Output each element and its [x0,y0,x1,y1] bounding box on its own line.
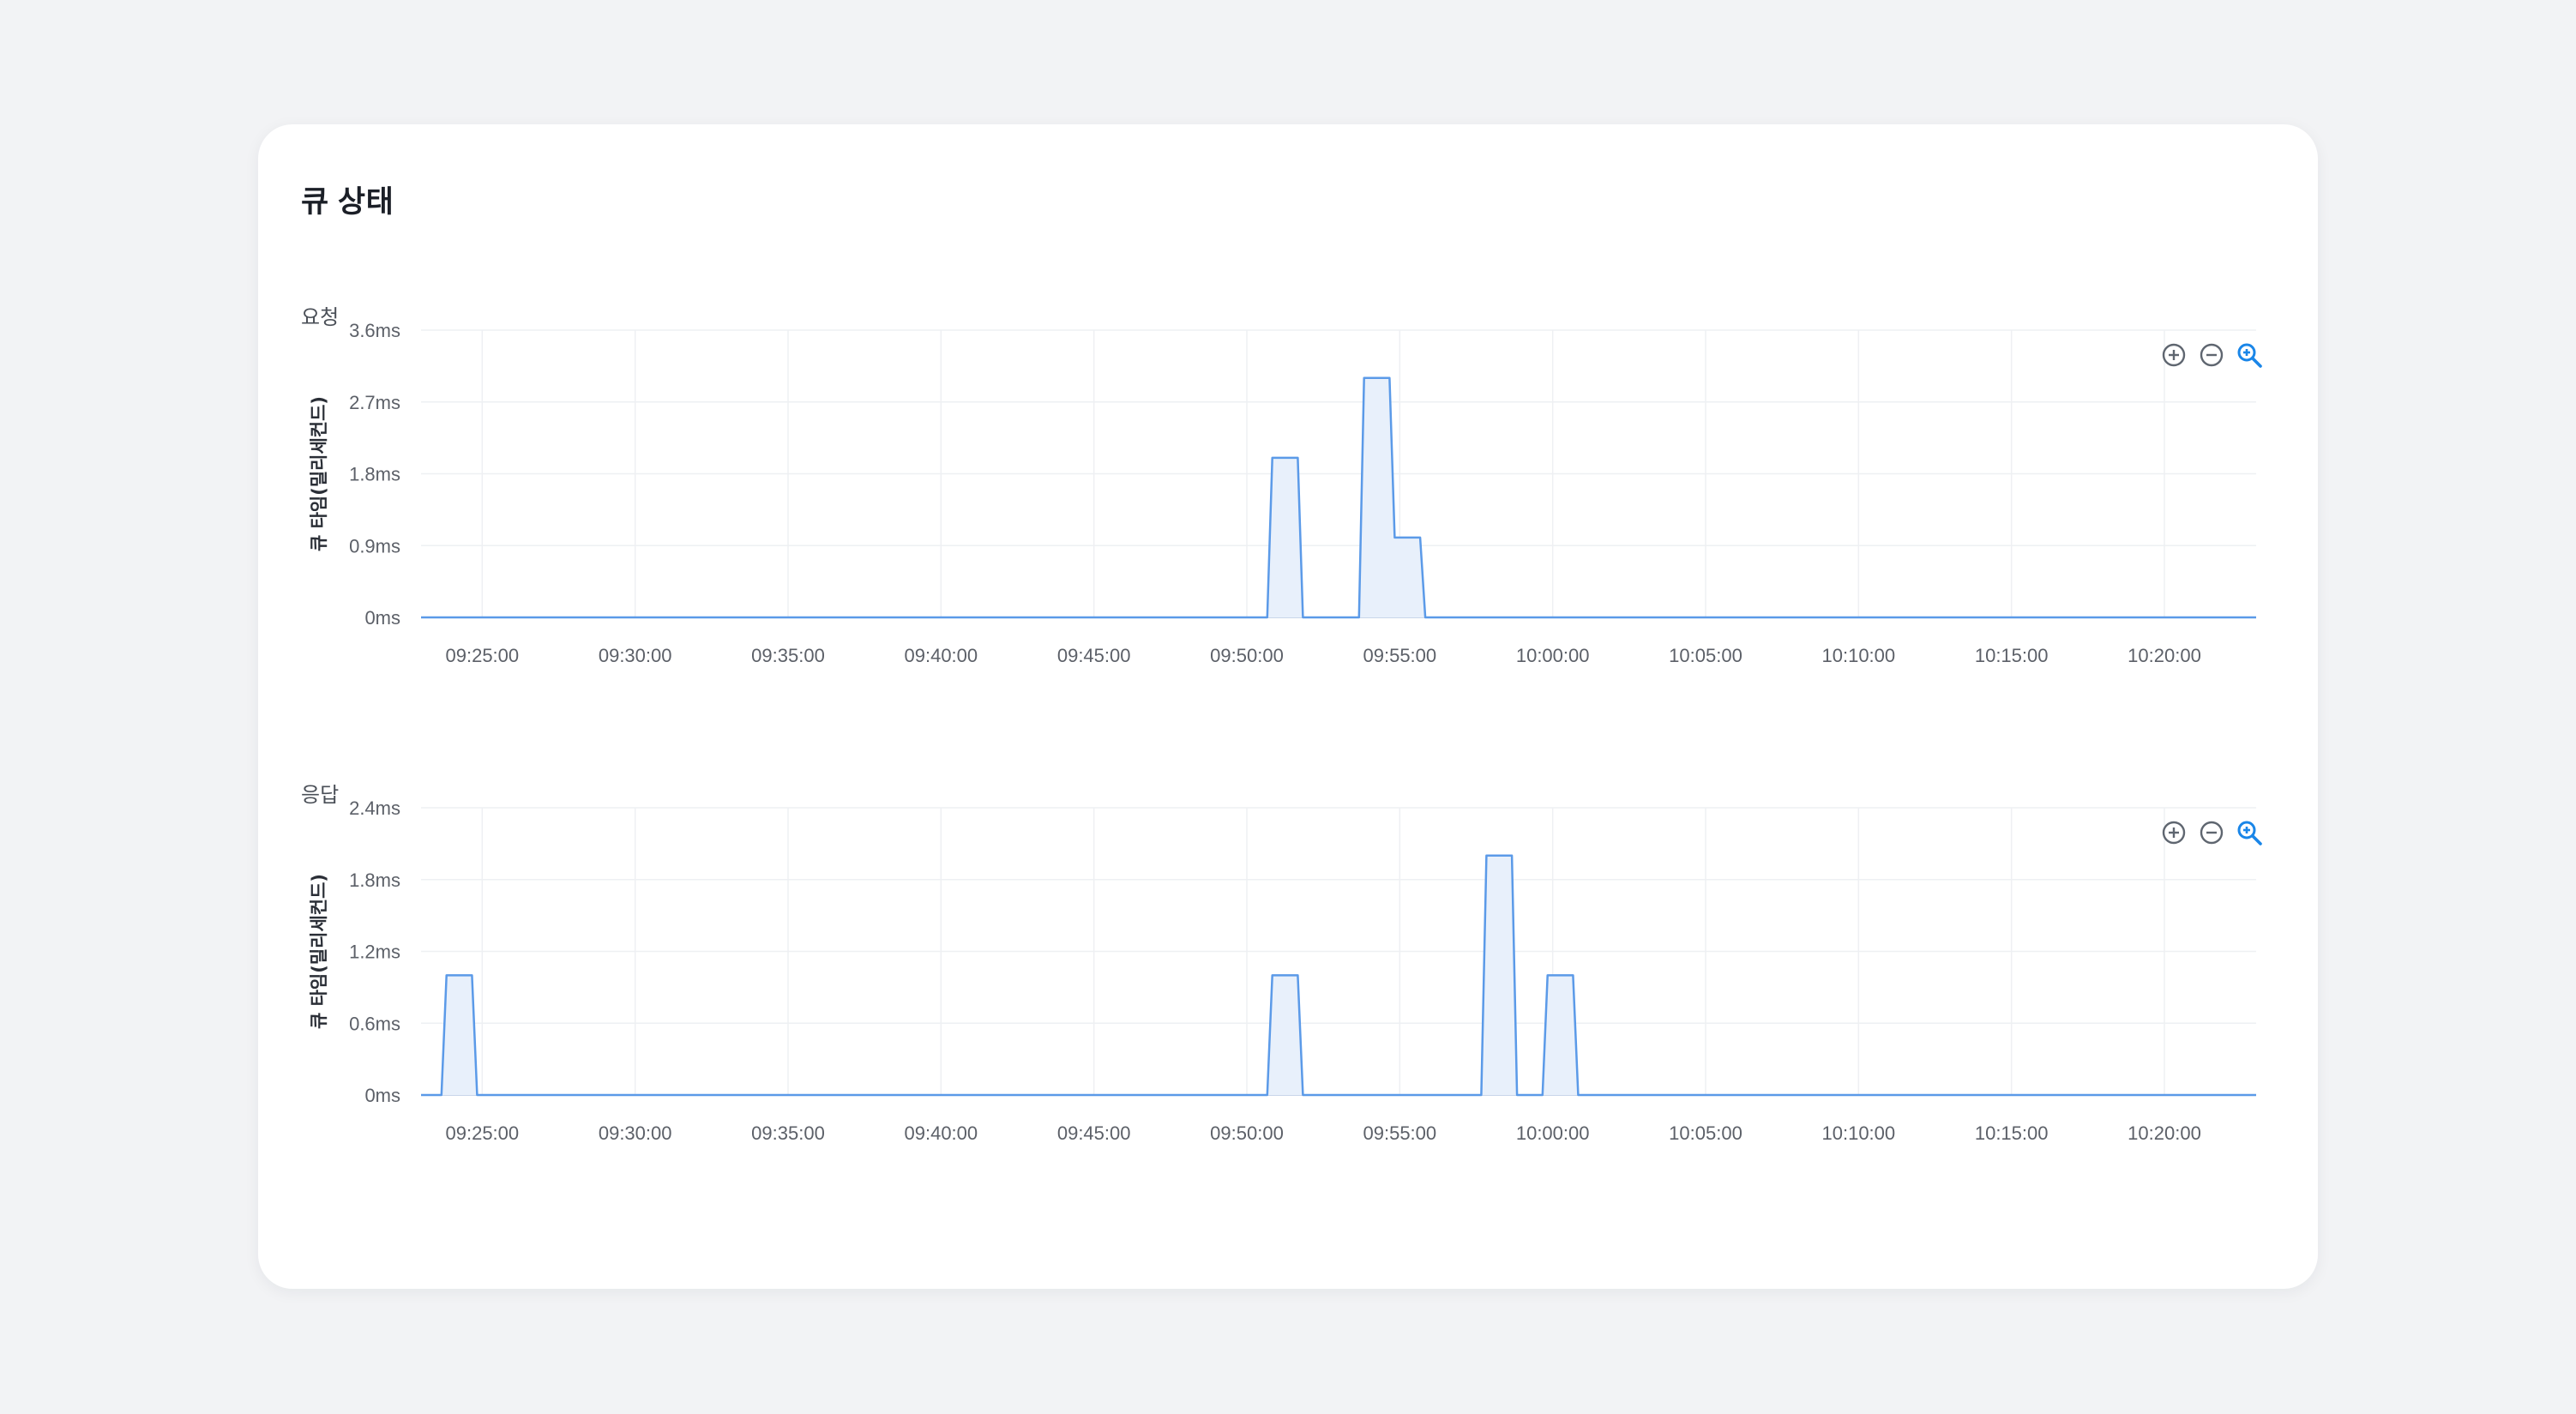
y-tick-label: 0.9ms [349,535,400,557]
x-tick-label: 10:20:00 [2128,645,2201,666]
zoom-out-icon[interactable] [2198,819,2225,846]
y-tick-label: 0ms [364,1085,400,1106]
chart-controls-response [2160,819,2263,846]
y-axis-title: 큐 타임(밀리세컨드) [309,874,329,1029]
y-axis-title: 큐 타임(밀리세컨드) [309,396,329,551]
x-tick-label: 09:35:00 [751,645,825,666]
zoom-in-icon[interactable] [2160,341,2188,369]
y-tick-label: 1.8ms [349,869,400,891]
queue-status-card: 큐 상태 요청 0ms 0.9ms 1.8ms 2.7ms 3.6ms 09:25:00 0… [258,124,2318,1289]
x-tick-label: 09:55:00 [1363,1122,1437,1144]
chart-response: 0ms 0.6ms 1.2ms 1.8ms 2.4ms 09:25:00 09:30:00 0… [309,797,2256,1144]
y-tick-label: 2.4ms [349,797,400,819]
zoom-reset-icon[interactable] [2236,819,2263,846]
x-tick-label: 10:10:00 [1822,1122,1896,1144]
x-tick-label: 09:55:00 [1363,645,1437,666]
x-tick-label: 10:15:00 [1975,645,2049,666]
x-tick-label: 10:00:00 [1516,645,1590,666]
x-tick-label: 10:05:00 [1669,1122,1742,1144]
x-tick-label: 09:50:00 [1210,1122,1284,1144]
x-tick-label: 09:30:00 [599,645,672,666]
series-line [421,376,2256,619]
x-tick-label: 10:20:00 [2128,1122,2201,1144]
series-line [421,854,2256,1097]
x-tick-label: 09:45:00 [1057,645,1131,666]
y-tick-label: 3.6ms [349,320,400,341]
zoom-out-icon[interactable] [2198,341,2225,369]
x-tick-label: 09:45:00 [1057,1122,1131,1144]
x-tick-label: 09:40:00 [905,645,978,666]
x-tick-label: 10:10:00 [1822,645,1896,666]
zoom-in-icon[interactable] [2160,819,2188,846]
x-tick-label: 09:50:00 [1210,645,1284,666]
chart-section-request: 요청 0ms 0.9ms 1.8ms 2.7ms 3.6ms 09:25:00 09:30:… [258,300,2318,780]
x-tick-label: 09:40:00 [905,1122,978,1144]
x-tick-label: 10:00:00 [1516,1122,1590,1144]
y-tick-label: 0ms [364,607,400,629]
chart-controls-request [2160,341,2263,369]
card-title: 큐 상태 [301,185,394,219]
y-tick-label: 1.2ms [349,942,400,963]
x-tick-label: 09:35:00 [751,1122,825,1144]
x-tick-label: 09:30:00 [599,1122,672,1144]
series-area [421,377,2256,617]
x-tick-label: 09:25:00 [446,1122,520,1144]
zoom-reset-icon[interactable] [2236,341,2263,369]
x-tick-label: 09:25:00 [446,645,520,666]
y-tick-label: 0.6ms [349,1013,400,1034]
y-tick-label: 2.7ms [349,392,400,413]
background-frame: 큐 상태 요청 0ms 0.9ms 1.8ms 2.7ms 3.6ms 09:25:00 0… [0,0,2576,1414]
chart-request: 0ms 0.9ms 1.8ms 2.7ms 3.6ms 09:25:00 09:30:00 0… [309,320,2256,666]
x-tick-label: 10:05:00 [1669,645,1742,666]
x-tick-label: 10:15:00 [1975,1122,2049,1144]
y-tick-label: 1.8ms [349,464,400,485]
series-area [421,855,2256,1095]
chart-section-response: 응답 0ms 0.6ms 1.2ms 1.8ms 2.4ms 09:25:00 09:30:… [258,778,2318,1258]
